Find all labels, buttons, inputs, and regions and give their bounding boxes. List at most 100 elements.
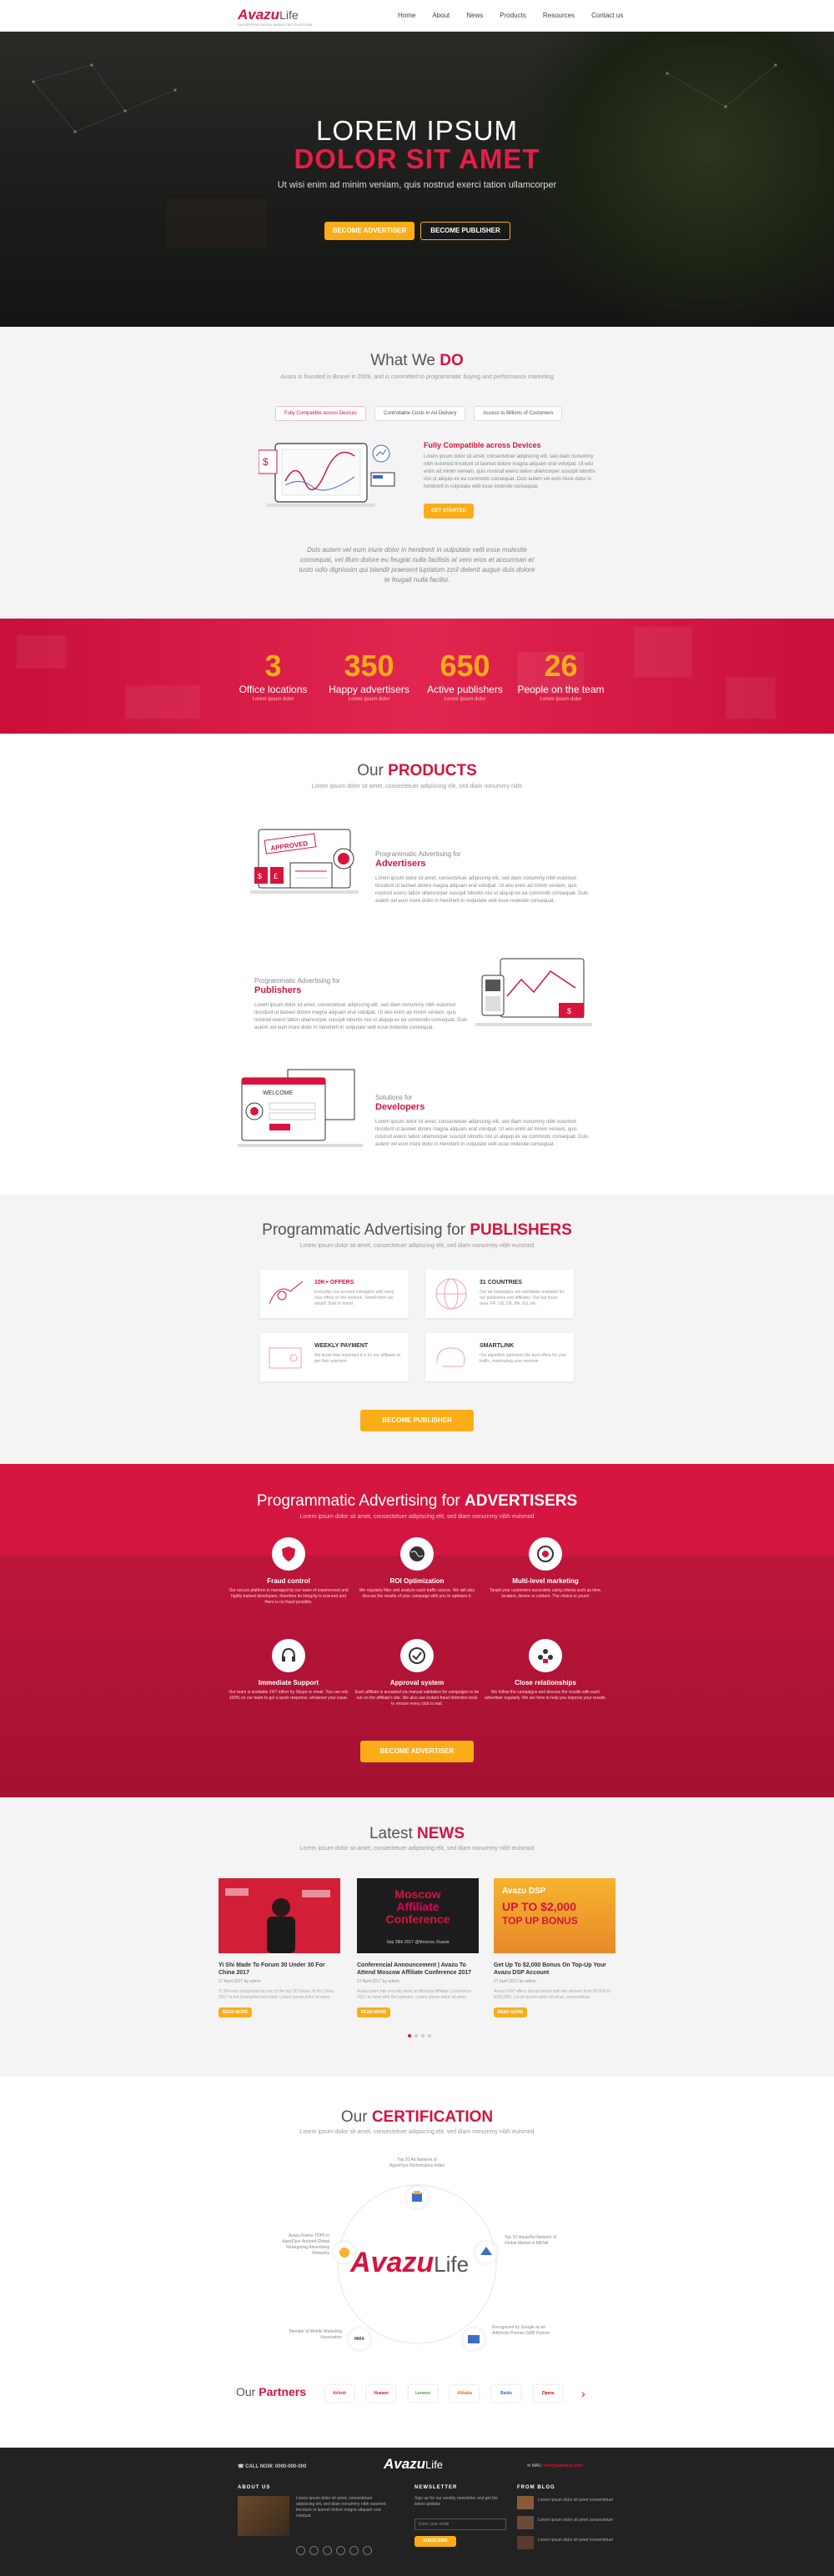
become-advertiser-cta-button[interactable]: BECOME ADVERTISER — [360, 1741, 474, 1762]
carousel-dot[interactable] — [414, 2034, 418, 2037]
about-heading: ABOUT US — [238, 2485, 271, 2490]
nav-products[interactable]: Products — [500, 12, 526, 19]
partner-logo[interactable]: Huawei — [367, 2385, 395, 2402]
partner-logo[interactable]: Alibaba — [450, 2385, 479, 2402]
news-card[interactable]: Moscow Affiliate Conference Sep 28th 2017 … — [357, 1878, 479, 2017]
twitter-icon[interactable] — [309, 2546, 319, 2555]
read-more-button[interactable]: Read More — [357, 2007, 390, 2017]
hand-icon — [269, 1280, 304, 1305]
blog-thumbnail — [517, 2496, 534, 2509]
product-advertisers: Programmatic Advertising for Advertisers… — [375, 850, 589, 904]
carousel-dots — [408, 2034, 431, 2037]
product-developers: Solutions for Developers Lorem ipsum dol… — [375, 1094, 589, 1147]
feature-title: Fully Compatible across Devices — [424, 441, 541, 449]
read-more-button[interactable]: Read More — [219, 2007, 252, 2017]
social-links — [296, 2546, 372, 2555]
tab-devices[interactable]: Fully Compatible across Devices — [275, 406, 367, 421]
svg-text:$: $ — [258, 872, 262, 880]
newsletter-email-input[interactable]: Enter your email — [414, 2518, 506, 2530]
chevron-right-icon[interactable]: › — [581, 2387, 585, 2400]
hero-title: LOREM IPSUM — [315, 115, 519, 146]
youtube-icon[interactable] — [336, 2546, 345, 2555]
feature-roi-optimization: ROI Optimization We regularly filter and … — [354, 1537, 480, 1600]
feature-close-relationships: Close relationships We follow the campaig… — [483, 1639, 608, 1701]
news-card[interactable]: Yi Shi Made To Forum 30 Under 30 For Chi… — [219, 1878, 340, 2017]
stat-advertisers: 350 Happy advertisers Lorem ipsum dolor — [329, 649, 409, 703]
become-advertiser-button[interactable]: BECOME ADVERTISER — [324, 222, 414, 240]
get-started-button[interactable]: GET STARTED — [424, 504, 474, 519]
tab-customers[interactable]: Access to Billions of Customers — [474, 406, 563, 421]
cert-label: Top 20 Ad Network of AppsFlyer Performan… — [389, 2158, 445, 2168]
globe-icon — [435, 1278, 467, 1310]
svg-text:$: $ — [263, 456, 269, 468]
footer-logo[interactable]: AvazuLife — [384, 2456, 443, 2473]
section-subtitle: Lorem ipsum dolor sit amet, consectetuer… — [299, 1514, 535, 1520]
become-publisher-button[interactable]: BECOME PUBLISHER — [420, 222, 510, 240]
blog-link[interactable]: Lorem ipsum dolor sit amet consectetuer — [538, 2518, 621, 2523]
cert-label: Recognized by Google as an AdWords Premi… — [492, 2325, 550, 2336]
partner-logo[interactable]: Lenovo — [409, 2385, 437, 2402]
facebook-icon[interactable] — [296, 2546, 305, 2555]
partner-logo[interactable]: Opera — [534, 2385, 562, 2402]
site-footer: ☎ CALL NOW: 0000-000-000 AvazuLife ✉ MAI… — [0, 2448, 834, 2576]
svg-text:£: £ — [274, 872, 278, 880]
feature-approval-system: Approval system Each affiliate is accepte… — [354, 1639, 480, 1707]
blog-link[interactable]: Lorem ipsum dolor sit amet consectetuer — [538, 2538, 621, 2543]
nav-home[interactable]: Home — [398, 12, 415, 19]
subscribe-button[interactable]: SUBSCRIBE — [414, 2536, 456, 2547]
newsletter-text: Sign up for our weekly newsletter and ge… — [414, 2496, 499, 2507]
carousel-dot[interactable] — [428, 2034, 431, 2037]
nav-news[interactable]: News — [466, 12, 483, 19]
feature-card-countries: 31 COUNTRIES Our ad campaigns are worldwi… — [425, 1270, 574, 1318]
section-subtitle: Lorem ipsum dolor sit amet, consectetuer… — [311, 784, 523, 789]
check-circle-icon — [409, 1647, 425, 1664]
nav-about[interactable]: About — [432, 12, 450, 19]
hero-subtitle: Ut wisi enim ad minim veniam, quis nostr… — [277, 180, 557, 190]
wechat-icon[interactable] — [363, 2546, 372, 2555]
feature-tabs: Fully Compatible across Devices Controll… — [275, 406, 563, 421]
cert-label: Member of Mobile Marketing Association — [289, 2329, 342, 2340]
partners-title: Our Partners — [236, 2385, 307, 2398]
main-nav: Home About News Products Resources Conta… — [398, 12, 623, 19]
newsletter-heading: NEWSLETTER — [414, 2485, 458, 2490]
svg-text:$: $ — [567, 1007, 571, 1015]
developers-illustration: WELCOME — [238, 1069, 363, 1147]
mma-badge-icon: MMA — [349, 2328, 370, 2350]
section-subtitle: Lorem ipsum dolor sit amet, consectetuer… — [299, 2129, 535, 2135]
globe-icon — [409, 1546, 425, 1561]
site-header: AvazuLife ENTERPRISE DIGITAL MARKETING P… — [0, 0, 834, 32]
news-image: Moscow Affiliate Conference Sep 28th 2017 … — [357, 1878, 479, 1953]
blog-thumbnail — [517, 2516, 534, 2529]
cert-label: Top 15 Impactful Network of Global Marke… — [505, 2235, 556, 2246]
stat-publishers: 650 Active publishers Lorem ipsum dolor — [427, 649, 503, 703]
read-more-button[interactable]: Read More — [494, 2007, 527, 2017]
partner-logo[interactable]: Baidu — [492, 2385, 520, 2402]
section-title: Our CERTIFICATION — [340, 2108, 494, 2126]
brand-logo[interactable]: AvazuLife — [238, 7, 299, 23]
certification-logo: AvazuLife — [350, 2247, 470, 2278]
section-title: Our PRODUCTS — [357, 762, 477, 779]
nav-resources[interactable]: Resources — [543, 12, 575, 19]
link-icon — [436, 1347, 465, 1367]
nav-contact[interactable]: Contact us — [591, 12, 623, 19]
section-subtitle: Lorem ipsum dolor sit amet, consectetuer… — [299, 1243, 535, 1249]
hero-title-accent: DOLOR SIT AMET — [294, 143, 540, 174]
blog-heading: FROM BLOG — [517, 2485, 555, 2490]
cert-label: Avazu Ranks TOP5 in AppsFlyer Android Gl… — [282, 2233, 329, 2256]
feature-multi-level-marketing: Multi-level marketing Target your custome… — [483, 1537, 608, 1600]
weibo-icon[interactable] — [349, 2546, 359, 2555]
partner-logo[interactable]: Airbnb — [325, 2385, 354, 2402]
news-image — [219, 1878, 340, 1953]
people-icon — [538, 1649, 553, 1663]
tab-costs[interactable]: Controllable Costs in Ad Delivery — [374, 406, 466, 421]
certification-section: Our CERTIFICATION Lorem ipsum dolor sit … — [0, 2077, 834, 2448]
shield-icon — [282, 1546, 295, 1561]
news-card[interactable]: Avazu DSP UP TO $2,000 TOP UP BONUS Get … — [494, 1878, 615, 2017]
what-we-do-section: What We DO Avazu is founded in Brunei in… — [0, 327, 834, 619]
blog-link[interactable]: Lorem ipsum dolor sit amet consectetuer — [538, 2498, 621, 2503]
linkedin-icon[interactable] — [323, 2546, 332, 2555]
news-image: Avazu DSP UP TO $2,000 TOP UP BONUS — [494, 1878, 615, 1953]
carousel-dot[interactable] — [421, 2034, 425, 2037]
carousel-dot[interactable] — [408, 2034, 411, 2037]
become-publisher-cta-button[interactable]: BECOME PUBLISHER — [360, 1410, 474, 1431]
